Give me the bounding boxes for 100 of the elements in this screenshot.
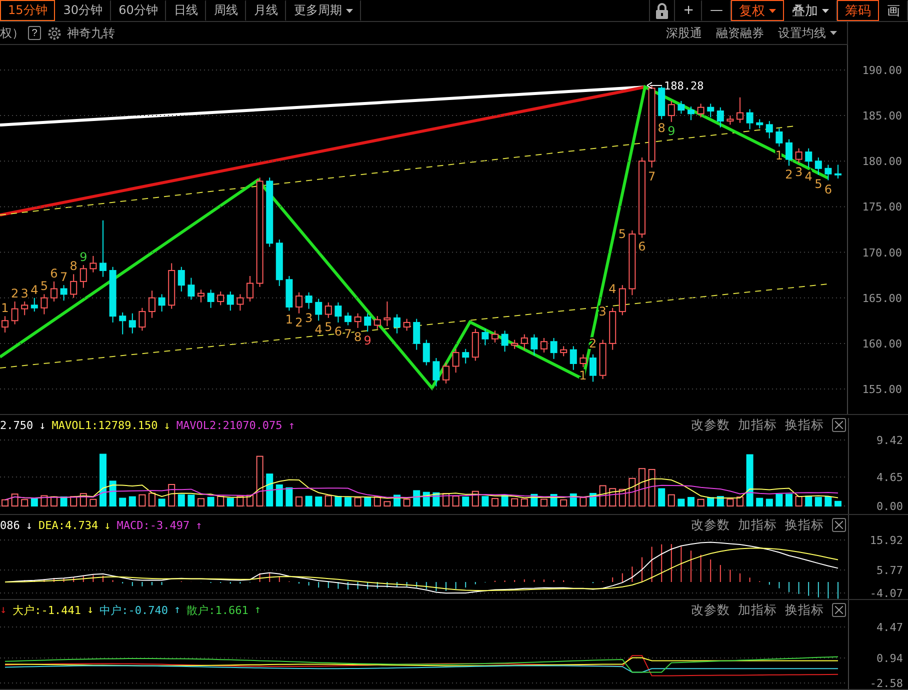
period-tab[interactable]: 月线 (246, 0, 286, 21)
candlestick (60, 284, 68, 302)
candlestick (217, 290, 224, 306)
indicator-value: DEA:4.734 (38, 518, 98, 532)
candlestick (452, 348, 460, 374)
candlestick (432, 358, 440, 387)
indicator-value: 086 (0, 518, 20, 532)
info-link[interactable]: 深股通 (666, 24, 702, 42)
close-icon (835, 521, 843, 529)
nine-turn-number: 7 (60, 270, 68, 284)
candlestick (814, 156, 822, 176)
axis-tick-label: 160.00 (862, 337, 902, 350)
info-link[interactable]: 设置均线 (778, 24, 837, 42)
close-button[interactable] (832, 603, 846, 617)
period-tab[interactable]: 日线 (166, 0, 206, 21)
toolbar-button[interactable]: 叠加 (784, 0, 837, 21)
panel-action-button[interactable]: 改参数 (691, 602, 730, 618)
axis-tick-label: 4.65 (876, 471, 903, 484)
close-button[interactable] (832, 518, 846, 532)
nine-turn-number: 2 (295, 315, 303, 330)
nine-turn-number: 3 (20, 286, 28, 301)
panel-action-button[interactable]: 换指标 (785, 602, 824, 618)
panel-action-button[interactable]: 加指标 (738, 602, 777, 618)
toolbar-button[interactable]: 筹码 (837, 0, 879, 21)
axis-tick-label: 170.00 (862, 246, 902, 260)
candlestick (482, 328, 489, 346)
candlestick (21, 301, 28, 316)
axis-tick-label: 185.00 (862, 110, 902, 123)
nine-turn-number: 4 (608, 282, 616, 296)
candlestick (354, 312, 362, 328)
indicator-value: 2.750 (0, 418, 34, 432)
candlestick (590, 354, 596, 382)
settings-icon[interactable] (47, 26, 62, 40)
trend-arrow: ↓ (26, 518, 32, 532)
close-icon (835, 421, 843, 429)
trend-arrow: ↓ (39, 418, 46, 432)
period-tab[interactable]: 15分钟 (0, 0, 56, 21)
candlestick (501, 330, 508, 352)
close-button[interactable] (832, 418, 846, 432)
candlestick (384, 301, 391, 327)
nine-turn-number: 6 (638, 240, 646, 254)
period-tab[interactable]: 30分钟 (55, 0, 111, 21)
indicator-value: MAVOL2:21070.075 (176, 418, 282, 432)
candlestick (207, 289, 214, 308)
nine-turn-number: 6 (824, 182, 832, 196)
candlestick (2, 316, 8, 334)
trend-arrow: ↓ (0, 602, 7, 618)
candlestick (11, 301, 18, 325)
candlestick (40, 294, 48, 315)
help-button[interactable]: ? (28, 26, 41, 40)
toolbar-button[interactable]: — (702, 0, 731, 21)
nine-turn-number: 5 (814, 176, 822, 191)
trend-arrow: ↓ (86, 602, 94, 618)
panel-action-button[interactable]: 改参数 (691, 416, 730, 434)
candlestick (756, 118, 764, 129)
axis-tick-label: -2.58 (870, 677, 903, 689)
candlestick (560, 346, 568, 357)
toolbar-button[interactable]: 画 (879, 0, 908, 21)
panel-action-button[interactable]: 换指标 (785, 516, 824, 534)
candlestick (766, 120, 773, 139)
toolbar-button[interactable]: + (675, 0, 702, 21)
info-link[interactable]: 融资融券 (716, 24, 764, 42)
axis-tick-label: 175.00 (862, 200, 902, 214)
trend-arrow: ↑ (254, 602, 261, 618)
candlestick (236, 294, 244, 312)
candlestick (776, 128, 783, 148)
period-tab[interactable]: 60分钟 (110, 0, 166, 21)
candlestick (344, 312, 352, 326)
candlestick (403, 318, 410, 332)
axis-tick-label: 180.00 (862, 155, 902, 168)
peak-price-label: 188.28 (664, 79, 704, 92)
toolbar-button[interactable]: 复权 (731, 0, 784, 21)
panel-action-button[interactable]: 换指标 (785, 416, 824, 434)
close-icon (835, 606, 843, 614)
nine-turn-number: 5 (40, 279, 48, 294)
trend-arrow: ↑ (196, 518, 202, 532)
candlestick (374, 316, 381, 330)
candlestick (148, 290, 156, 318)
period-tab[interactable]: 周线 (206, 0, 246, 21)
panel-action-button[interactable]: 加指标 (738, 516, 777, 534)
candlestick (296, 292, 302, 314)
panel-action-button[interactable]: 改参数 (691, 516, 730, 534)
nine-turn-number: 9 (80, 250, 88, 264)
candlestick (364, 312, 372, 332)
indicator-value: 散户:1.661 (186, 602, 248, 618)
candlestick (726, 115, 734, 126)
axis-tick-label: 15.92 (870, 534, 903, 547)
candlestick (834, 164, 842, 179)
axis-tick-label: -4.07 (870, 587, 903, 599)
candlestick (795, 148, 802, 164)
candlestick (394, 314, 400, 334)
candlestick (530, 334, 538, 356)
candlestick (520, 334, 528, 350)
nine-turn-number: 3 (598, 304, 606, 319)
candlestick (305, 292, 312, 310)
trend-arrow: ↓ (164, 418, 170, 432)
panel-action-button[interactable]: 加指标 (738, 416, 777, 434)
period-tab[interactable]: 更多周期 (286, 0, 361, 21)
candlestick (422, 339, 430, 366)
candlestick (511, 339, 518, 350)
